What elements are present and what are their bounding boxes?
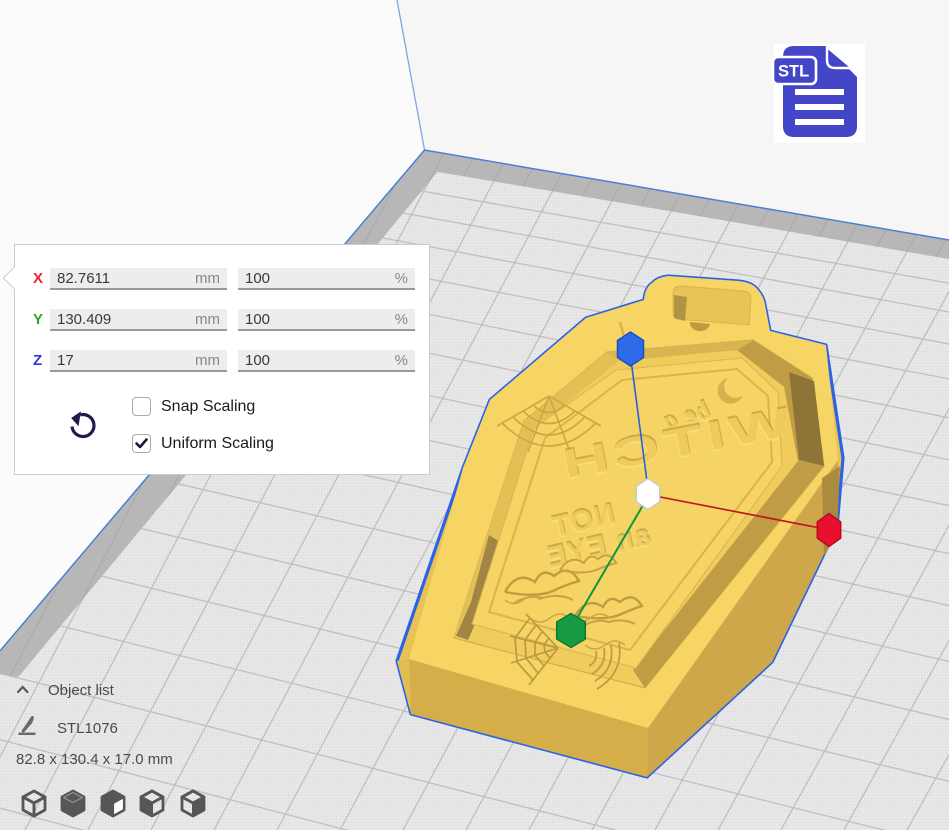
svg-text:STL1076: STL1076: [57, 720, 118, 737]
svg-text:Object list: Object list: [48, 682, 115, 699]
svg-text:82.8 x 130.4 x 17.0 mm: 82.8 x 130.4 x 17.0 mm: [16, 751, 173, 768]
svg-text:STL: STL: [778, 63, 809, 81]
